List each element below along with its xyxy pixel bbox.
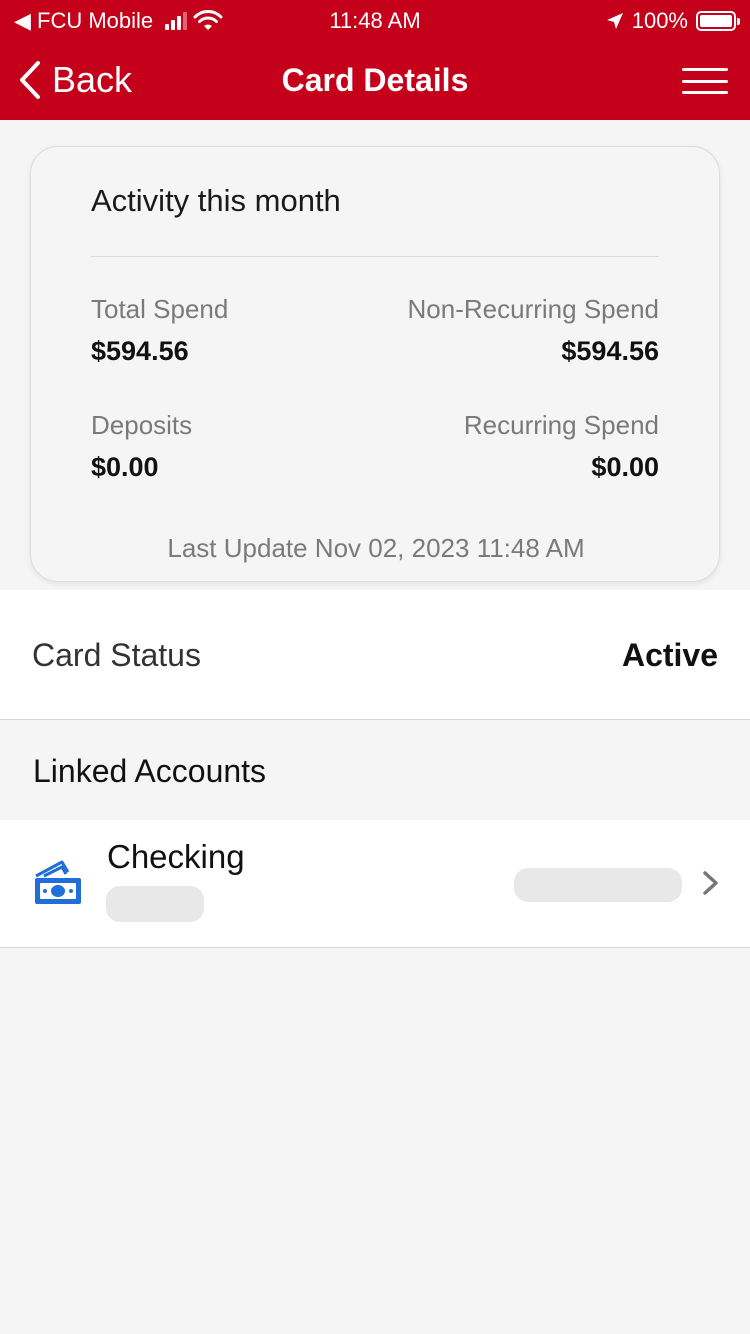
recurring-spend-label: Recurring Spend [463,410,659,440]
account-name: Checking [107,838,245,875]
nav-bar: Back Card Details [0,40,750,120]
card-status-row: Card Status Active [0,590,750,720]
recurring-spend-value: $0.00 [591,452,659,482]
divider [91,256,659,257]
linked-account-row[interactable]: Checking [0,820,750,948]
linked-accounts-title: Linked Accounts [33,753,267,789]
battery-percent: 100% [631,8,688,33]
location-arrow-icon [606,13,623,29]
card-status-label: Card Status [32,637,201,673]
activity-card: Activity this month Total Spend $594.56 … [30,146,720,582]
non-recurring-spend-value: $594.56 [561,336,659,366]
linked-accounts-header: Linked Accounts [0,720,750,820]
battery-icon [696,11,740,31]
redacted-account-balance [514,868,682,902]
card-status-value: Active [621,637,718,673]
total-spend-label: Total Spend [91,294,229,324]
total-spend-value: $594.56 [91,336,189,366]
status-bar: ◀ FCU Mobile 11:48 AM 100% [0,0,750,40]
redacted-account-number [106,886,204,922]
deposits-value: $0.00 [91,452,159,482]
last-update-text: Last Update Nov 02, 2023 11:48 AM [167,533,585,563]
status-right: 100% [606,8,740,34]
activity-title: Activity this month [91,183,341,218]
money-icon [35,860,81,904]
deposits-label: Deposits [91,410,193,440]
page-title: Card Details [281,62,469,98]
hamburger-menu-icon[interactable] [682,68,728,94]
chevron-right-icon [703,871,718,895]
non-recurring-spend-label: Non-Recurring Spend [407,294,659,324]
